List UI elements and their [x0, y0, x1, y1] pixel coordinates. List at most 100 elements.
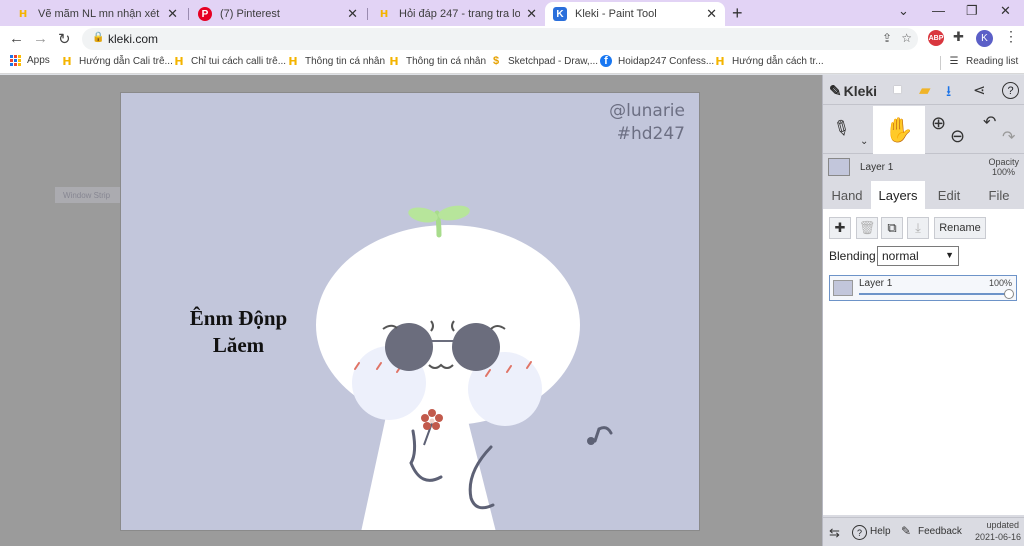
close-tab-icon[interactable]: ✕: [167, 6, 178, 22]
zoom-out-icon[interactable]: ⊖: [950, 126, 965, 147]
kleki-favicon-icon: K: [553, 7, 567, 21]
tool-row: ✎ ⌄ ✋ ⊕ ⊖ ↶ ↷: [823, 106, 1024, 154]
close-tab-icon[interactable]: ✕: [347, 6, 358, 22]
close-tab-icon[interactable]: ✕: [706, 6, 717, 22]
brush-menu-chevron-icon[interactable]: ⌄: [860, 136, 868, 147]
panel-header: ✎ Kleki ■ ▰ ⭳ ⋖ ?: [823, 75, 1024, 105]
layer-list-item[interactable]: Layer 1 100%: [829, 275, 1017, 301]
minimize-icon[interactable]: —: [932, 3, 945, 18]
kleki-side-panel: ✎ Kleki ■ ▰ ⭳ ⋖ ? ✎ ⌄ ✋ ⊕ ⊖ ↶ ↷ Layer 1 O…: [822, 75, 1024, 546]
download-icon[interactable]: ⭳: [946, 81, 951, 106]
bookmark-label: Hướng dẫn cách tr...: [732, 55, 824, 67]
layer-opacity-slider[interactable]: [859, 289, 1014, 299]
adblock-icon[interactable]: ABP: [928, 30, 944, 46]
close-tab-icon[interactable]: ✕: [526, 6, 537, 22]
trash-icon: 🗑: [858, 220, 876, 235]
back-arrow-icon[interactable]: ←: [9, 30, 24, 47]
feedback-link[interactable]: Feedback: [918, 526, 962, 537]
undo-icon[interactable]: ↶: [983, 112, 996, 132]
reading-list-icon: ☰: [949, 55, 959, 67]
browser-tab-1[interactable]: H Vẽ mãm NL mn nhận xét giúp mình ✕: [8, 2, 186, 26]
extensions-puzzle-icon[interactable]: ✚: [953, 29, 964, 45]
new-image-icon[interactable]: ■: [893, 81, 902, 98]
bookmark-item[interactable]: H Chỉ tui cách calli trê...: [173, 55, 286, 68]
redo-icon[interactable]: ↷: [1002, 127, 1015, 147]
hoidap-favicon-icon: H: [288, 54, 298, 68]
drawing-canvas[interactable]: @lunarie #hd247 Ênm Độnp Lăem: [120, 92, 700, 531]
bookmark-apps[interactable]: Apps: [10, 55, 50, 66]
bookmark-item[interactable]: H Thông tin cá nhân: [287, 54, 385, 68]
bookmark-item[interactable]: H Hướng dẫn cách tr...: [714, 55, 824, 68]
tab-search-chevron-icon[interactable]: ⌄: [898, 3, 909, 19]
hand-tool-button[interactable]: ✋: [873, 106, 925, 154]
panel-tabs: Hand Layers Edit File: [823, 181, 1024, 209]
help-link[interactable]: Help: [870, 526, 891, 537]
opacity-label: Opacity: [988, 157, 1019, 167]
tab-title: (7) Pinterest: [220, 8, 280, 20]
plus-icon: ✚: [834, 220, 846, 235]
browser-tab-3[interactable]: H Hỏi đáp 247 - trang tra loi ✕: [369, 2, 545, 26]
bookmark-separator: [940, 56, 941, 70]
feedback-icon[interactable]: ✎: [901, 524, 911, 538]
merge-down-icon: ⤓: [915, 220, 921, 235]
kleki-logo-text: Kleki: [843, 83, 878, 99]
tab-hand[interactable]: Hand: [823, 181, 871, 209]
bookmark-item[interactable]: H Thông tin cá nhân: [388, 55, 486, 68]
layers-panel: ✚ 🗑 ⧉ ⤓ Rename Blending normal ▼ Layer 1…: [823, 209, 1024, 515]
reading-list[interactable]: ☰ Reading list: [948, 55, 1019, 67]
duplicate-layer-button[interactable]: ⧉: [881, 217, 903, 239]
save-icon[interactable]: ▰: [919, 81, 931, 99]
swap-side-icon[interactable]: ⇆: [829, 525, 840, 541]
current-layer-preview[interactable]: Layer 1 Opacity 100%: [823, 155, 1024, 181]
tab-title: Hỏi đáp 247 - trang tra loi: [399, 8, 521, 20]
browser-tab-2[interactable]: P (7) Pinterest ✕: [190, 2, 366, 26]
sprout-leaf-left: [408, 207, 438, 223]
share-page-icon[interactable]: ⇪: [882, 31, 892, 45]
kleki-workspace[interactable]: Window Strip @lunarie #hd247 Ênm Độnp Lă…: [0, 75, 822, 546]
brush-icon[interactable]: ✎: [828, 113, 855, 143]
current-layer-name: Layer 1: [860, 162, 894, 173]
canvas-text-line-1: Ênm Độnp: [189, 306, 288, 330]
merge-layer-button[interactable]: ⤓: [907, 217, 929, 239]
forward-arrow-icon[interactable]: →: [33, 30, 48, 47]
help-icon[interactable]: ?: [852, 525, 867, 540]
new-tab-icon[interactable]: +: [732, 3, 743, 24]
tab-edit[interactable]: Edit: [925, 181, 973, 209]
bookmark-item[interactable]: H Hướng dẫn Cali trê...: [61, 54, 172, 68]
slider-knob[interactable]: [1004, 289, 1014, 299]
share-icon[interactable]: ⋖: [973, 81, 986, 99]
hoidap-favicon-icon: H: [62, 54, 72, 68]
lock-icon[interactable]: 🔒: [92, 32, 104, 43]
restore-icon[interactable]: ❐: [966, 3, 978, 19]
updated-date: 2021-06-16: [974, 532, 1021, 542]
blending-select[interactable]: normal ▼: [877, 246, 959, 266]
browser-menu-icon[interactable]: ⋮: [1004, 28, 1018, 45]
bookmark-star-icon[interactable]: ☆: [901, 31, 912, 45]
url-text[interactable]: kleki.com: [108, 32, 158, 46]
hand-icon: ✋: [884, 116, 914, 144]
facebook-favicon-icon: f: [600, 55, 612, 67]
browser-tab-4[interactable]: K Kleki - Paint Tool ✕: [545, 2, 725, 26]
tab-file[interactable]: File: [973, 181, 1024, 209]
bookmark-item[interactable]: $ Sketchpad - Draw,...: [490, 55, 598, 67]
kleki-logo-icon: ✎: [829, 83, 842, 100]
sketchpad-favicon-icon: $: [492, 55, 500, 67]
help-icon[interactable]: ?: [1002, 82, 1019, 99]
panel-footer: ⇆ ? Help ✎ Feedback updated 2021-06-16: [823, 517, 1024, 546]
rename-layer-button[interactable]: Rename: [934, 217, 986, 239]
slider-fill: [859, 293, 1009, 295]
tab-layers[interactable]: Layers: [871, 181, 925, 209]
blending-value: normal: [882, 249, 919, 263]
delete-layer-button[interactable]: 🗑: [856, 217, 878, 239]
bookmark-item[interactable]: f Hoidap247 Confess...: [600, 55, 714, 67]
reload-icon[interactable]: ↻: [58, 30, 71, 48]
kleki-logo[interactable]: ✎ Kleki: [829, 82, 877, 100]
address-bar[interactable]: 🔒 kleki.com ⇪ ☆: [82, 28, 918, 50]
zoom-in-icon[interactable]: ⊕: [931, 113, 946, 134]
add-layer-button[interactable]: ✚: [829, 217, 851, 239]
glasses-lens-left: [385, 323, 433, 371]
flower-center: [429, 418, 435, 424]
profile-avatar[interactable]: K: [976, 30, 993, 47]
bookmarks-bar: Apps H Hướng dẫn Cali trê... H Chỉ tui c…: [0, 52, 1024, 74]
close-window-icon[interactable]: ✕: [1000, 3, 1011, 19]
